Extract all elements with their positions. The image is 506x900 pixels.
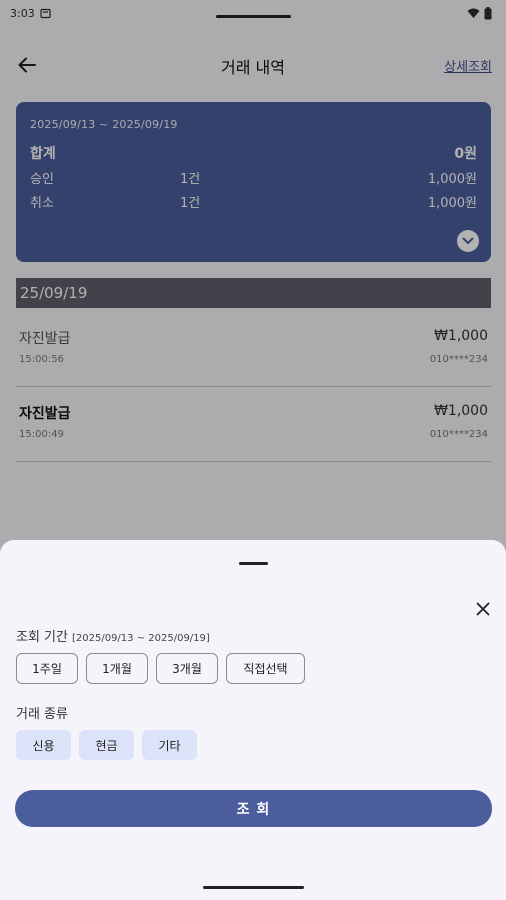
type-chip-other[interactable]: 기타 xyxy=(142,730,197,760)
period-label: 조회 기간 xyxy=(16,630,68,645)
type-chip-credit[interactable]: 신용 xyxy=(16,730,71,760)
period-chip-custom[interactable]: 직접선택 xyxy=(226,653,305,684)
type-chip-cash[interactable]: 현금 xyxy=(79,730,134,760)
type-section-title: 거래 종류 xyxy=(16,707,68,722)
period-section-title: 조회 기간 [2025/09/13 ~ 2025/09/19] xyxy=(16,626,210,645)
period-chip-1week[interactable]: 1주일 xyxy=(16,653,78,684)
type-chip-row: 신용 현금 기타 xyxy=(16,730,197,760)
sheet-drag-handle[interactable] xyxy=(239,562,268,565)
close-button[interactable] xyxy=(472,598,494,620)
period-chip-row: 1주일 1개월 3개월 직접선택 xyxy=(16,653,305,684)
search-button[interactable]: 조 회 xyxy=(15,790,492,827)
period-chip-3months[interactable]: 3개월 xyxy=(156,653,218,684)
screen: 3:03 거래 내역 상세조회 2025/09/13 ~ 2025/09/19 … xyxy=(0,0,506,900)
filter-bottom-sheet: 조회 기간 [2025/09/13 ~ 2025/09/19] 1주일 1개월 3… xyxy=(0,540,506,900)
close-icon xyxy=(476,602,490,616)
period-chip-1month[interactable]: 1개월 xyxy=(86,653,148,684)
period-range: [2025/09/13 ~ 2025/09/19] xyxy=(71,633,210,644)
home-indicator[interactable] xyxy=(203,886,304,889)
